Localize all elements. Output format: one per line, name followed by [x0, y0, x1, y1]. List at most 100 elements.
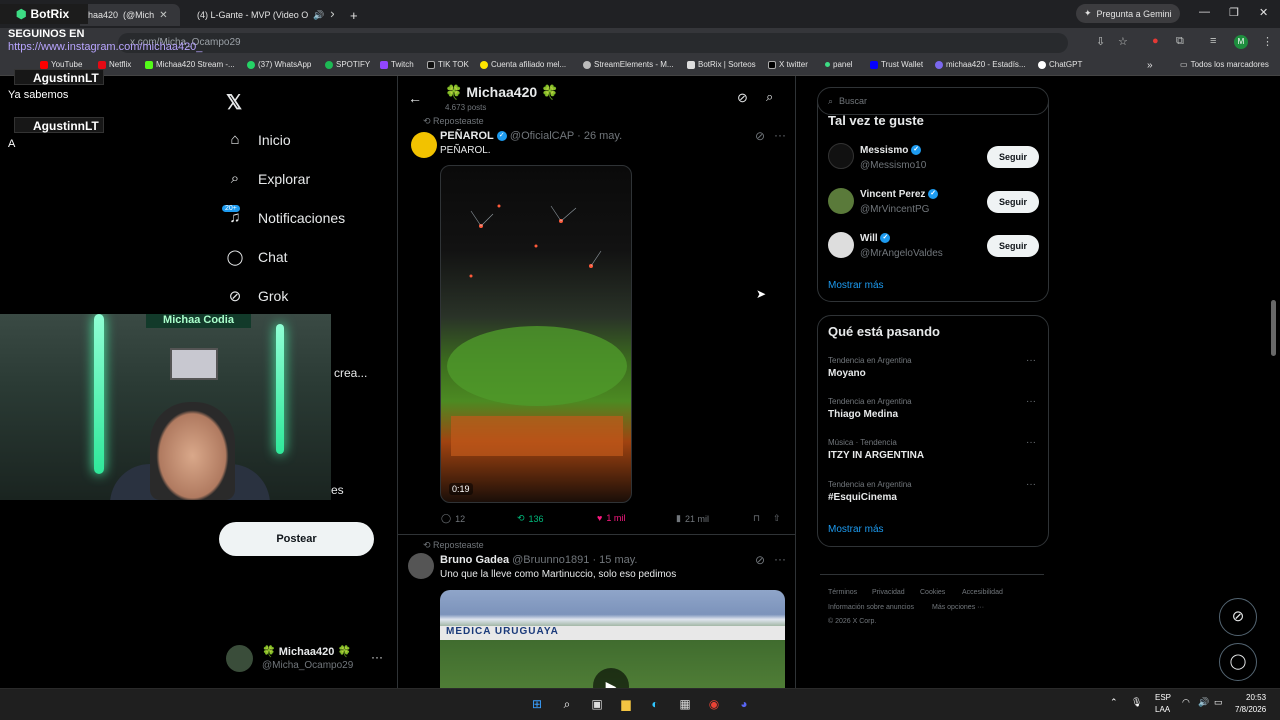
menu-icon[interactable]: ⋮: [1262, 35, 1273, 48]
avatar[interactable]: [411, 132, 437, 158]
tweet-video[interactable]: MEDICA URUGUAYA ▶: [440, 590, 785, 688]
extension-icon[interactable]: ●: [1152, 35, 1159, 47]
avatar[interactable]: [408, 553, 434, 579]
nav-item-partial[interactable]: crea...: [334, 366, 367, 380]
chevron-up-icon[interactable]: ⌃: [1110, 697, 1118, 708]
bookmark-item[interactable]: Trust Wallet: [870, 60, 923, 69]
close-icon[interactable]: ✕: [159, 10, 167, 21]
profile-avatar[interactable]: M: [1234, 35, 1248, 49]
wifi-icon[interactable]: ◠: [1182, 697, 1190, 708]
bookmark-item[interactable]: Twitch: [380, 60, 414, 69]
trend-name[interactable]: #EsquiCinema: [828, 492, 897, 503]
tweet-date[interactable]: · 15 may.: [592, 554, 637, 566]
bookmark-item[interactable]: BotRix | Sorteos: [687, 60, 756, 69]
chevron-right-icon[interactable]: »: [1147, 60, 1153, 71]
avatar[interactable]: [828, 188, 854, 214]
more-icon[interactable]: ···: [1026, 437, 1036, 448]
suggestion-name[interactable]: Messismo ✓: [860, 145, 922, 156]
battery-icon[interactable]: ▭: [1214, 697, 1223, 708]
search-icon[interactable]: ⌕: [558, 695, 576, 713]
tab-youtube[interactable]: (4) L-Gante - MVP (Video O 🔊 ✕: [184, 4, 334, 26]
suggestion-name[interactable]: Will ✓: [860, 233, 891, 244]
nav-item-partial[interactable]: es: [331, 483, 344, 497]
tweet-video[interactable]: [440, 165, 632, 503]
footer-link[interactable]: Cookies: [920, 589, 945, 596]
bookmark-item[interactable]: StreamElements - M...: [583, 60, 674, 69]
author-name[interactable]: Bruno Gadea: [440, 554, 509, 566]
follow-button[interactable]: Seguir: [987, 191, 1039, 213]
star-icon[interactable]: ☆: [1118, 35, 1128, 48]
puzzle-icon[interactable]: ⧉: [1176, 35, 1184, 48]
chrome-icon[interactable]: ◉: [705, 695, 723, 713]
scrollbar[interactable]: [1271, 300, 1276, 356]
suggestion-name[interactable]: Vincent Perez ✓: [860, 189, 939, 200]
follow-button[interactable]: Seguir: [987, 146, 1039, 168]
gemini-button[interactable]: ✦ Pregunta a Gemini: [1076, 4, 1180, 23]
footer-link[interactable]: Accesibilidad: [962, 589, 1003, 596]
language-indicator[interactable]: ESP: [1155, 693, 1171, 702]
grok-icon[interactable]: ⊘: [755, 553, 765, 567]
footer-link[interactable]: Privacidad: [872, 589, 905, 596]
language-indicator[interactable]: LAA: [1155, 705, 1170, 714]
back-arrow-icon[interactable]: ←: [408, 90, 422, 106]
search-icon[interactable]: ⌕: [766, 89, 773, 105]
more-icon[interactable]: ···: [774, 552, 786, 566]
author-name[interactable]: PEÑAROL: [440, 130, 494, 142]
bookmark-item[interactable]: ChatGPT: [1038, 60, 1082, 69]
show-more-link[interactable]: Mostrar más: [828, 280, 884, 291]
nav-item-home[interactable]: ⌂ Inicio: [226, 131, 290, 148]
grok-icon[interactable]: ⊘: [1219, 598, 1257, 636]
x-logo-icon[interactable]: 𝕏: [226, 90, 242, 115]
mic-icon[interactable]: 🎙: [1131, 697, 1142, 708]
more-icon[interactable]: ···: [1026, 479, 1036, 490]
maximize-icon[interactable]: ❐: [1229, 6, 1239, 19]
grok-icon[interactable]: ⊘: [737, 90, 748, 106]
bookmark-item[interactable]: SPOTIFY: [325, 60, 370, 69]
close-icon[interactable]: ✕: [329, 10, 334, 21]
repost-button[interactable]: ⟲ 136: [517, 513, 544, 524]
more-icon[interactable]: ···: [1026, 396, 1036, 407]
show-more-link[interactable]: Mostrar más: [828, 524, 884, 535]
avatar[interactable]: [828, 143, 854, 169]
address-bar[interactable]: x.com/Micha_Ocampo29: [118, 33, 1068, 53]
follow-button[interactable]: Seguir: [987, 235, 1039, 257]
install-icon[interactable]: ⇩: [1096, 35, 1105, 48]
play-icon[interactable]: ▶: [593, 668, 629, 688]
windows-start-icon[interactable]: ⊞: [528, 695, 546, 713]
volume-icon[interactable]: 🔊: [1198, 697, 1209, 708]
bookmark-item[interactable]: X twitter: [768, 60, 808, 69]
more-icon[interactable]: ···: [1026, 355, 1036, 366]
bookmark-item[interactable]: YouTube: [40, 60, 82, 69]
discord-icon[interactable]: ◕: [735, 695, 753, 713]
profile-name[interactable]: 🍀 Michaa420 🍀: [262, 645, 351, 658]
reply-button[interactable]: ◯ 12: [441, 513, 465, 524]
store-icon[interactable]: ▦: [676, 695, 694, 713]
bookmark-button[interactable]: ⊓: [753, 513, 760, 524]
nav-item-explore[interactable]: ⌕ Explorar: [226, 170, 310, 187]
trend-name[interactable]: Moyano: [828, 368, 866, 379]
all-bookmarks[interactable]: ▭ Todos los marcadores: [1180, 60, 1269, 69]
avatar[interactable]: [828, 232, 854, 258]
bookmark-item[interactable]: Netflix: [98, 60, 131, 69]
like-button[interactable]: ♥ 1 mil: [597, 513, 625, 523]
bookmark-item[interactable]: Michaa420 Stream -...: [145, 60, 235, 69]
more-icon[interactable]: ···: [371, 650, 383, 664]
footer-link[interactable]: Información sobre anuncios: [828, 604, 914, 611]
more-icon[interactable]: ···: [774, 128, 786, 142]
messages-icon[interactable]: ◯: [1219, 643, 1257, 681]
grok-icon[interactable]: ⊘: [755, 129, 765, 143]
share-button[interactable]: ⇧: [773, 513, 781, 524]
bookmark-item[interactable]: michaa420 - Estadís...: [935, 60, 1026, 69]
file-explorer-icon[interactable]: ▆: [617, 695, 635, 713]
edge-icon[interactable]: ◐: [646, 695, 664, 713]
bookmark-item[interactable]: Cuenta afiliado mel...: [480, 60, 566, 69]
footer-link[interactable]: Términos: [828, 589, 857, 596]
tweet-date[interactable]: · 26 may.: [577, 130, 622, 142]
clock-date[interactable]: 7/8/2026: [1235, 705, 1266, 714]
bookmark-item[interactable]: panel: [825, 60, 853, 69]
minimize-icon[interactable]: —: [1199, 6, 1210, 18]
trend-name[interactable]: ITZY IN ARGENTINA: [828, 450, 924, 461]
clock-time[interactable]: 20:53: [1246, 693, 1266, 702]
avatar[interactable]: [226, 645, 253, 672]
nav-item-notifications[interactable]: ♫ Notificaciones: [226, 209, 345, 226]
